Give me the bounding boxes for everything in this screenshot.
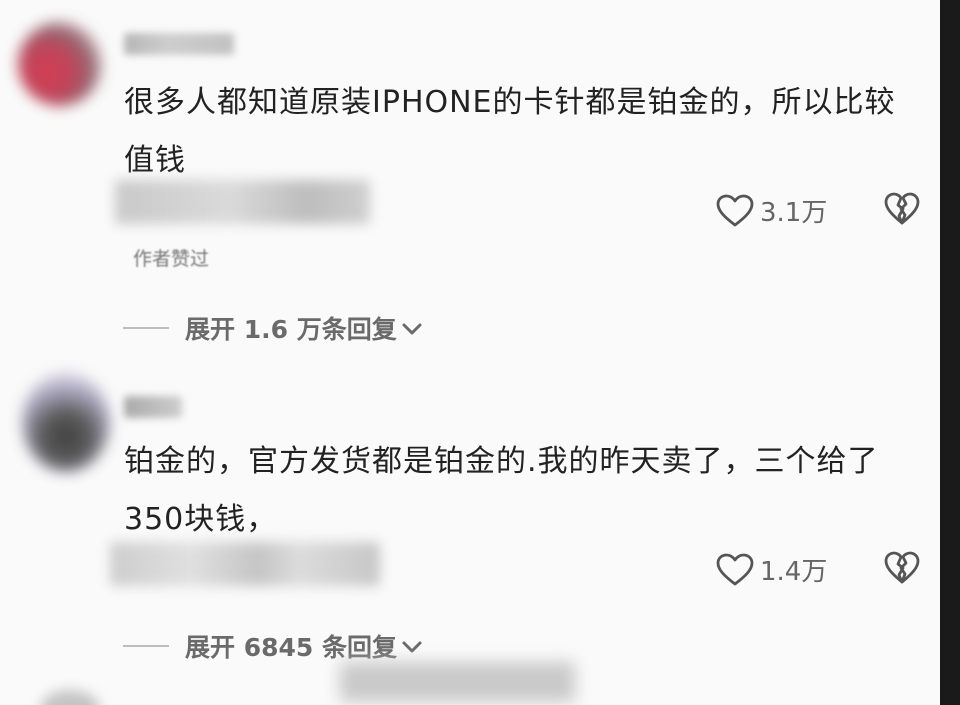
broken-heart-icon: [884, 192, 920, 226]
expand-replies-label: 展开 1.6 万条回复: [185, 315, 397, 344]
like-count: 1.4万: [760, 557, 828, 587]
like-button[interactable]: 3.1万: [716, 192, 827, 229]
avatar[interactable]: [22, 372, 110, 472]
comment-list: 很多人都知道原装IPHONE的卡针都是铂金的，所以比较值钱 作者赞过 3.1万 …: [0, 0, 940, 705]
avatar[interactable]: [18, 22, 102, 106]
username-blurred[interactable]: [124, 33, 234, 55]
avatar[interactable]: [40, 690, 100, 705]
blurred-region: [340, 662, 575, 702]
blurred-region: [115, 180, 370, 224]
expand-replies-label: 展开 6845 条回复: [185, 633, 397, 662]
chevron-down-icon: [401, 632, 423, 661]
username-blurred[interactable]: [124, 396, 182, 418]
like-button[interactable]: 1.4万: [716, 551, 827, 588]
comment-text: 很多人都知道原装IPHONE的卡针都是铂金的，所以比较值钱: [124, 85, 896, 178]
expand-replies-button[interactable]: 展开 6845 条回复: [123, 628, 423, 664]
divider-line: [123, 645, 169, 647]
dislike-button[interactable]: [884, 192, 920, 226]
comment-text: 铂金的，官方发货都是铂金的.我的昨天卖了，三个给了350块钱，: [124, 444, 879, 537]
broken-heart-icon: [884, 551, 920, 585]
expand-replies-button[interactable]: 展开 1.6 万条回复: [123, 310, 423, 346]
dislike-button[interactable]: [884, 551, 920, 585]
heart-outline-icon: [716, 194, 754, 228]
author-liked-badge: 作者赞过: [133, 248, 210, 270]
chevron-down-icon: [401, 314, 423, 343]
divider-line: [123, 327, 169, 329]
blurred-region: [110, 542, 380, 586]
like-count: 3.1万: [760, 198, 828, 228]
heart-outline-icon: [716, 553, 754, 587]
